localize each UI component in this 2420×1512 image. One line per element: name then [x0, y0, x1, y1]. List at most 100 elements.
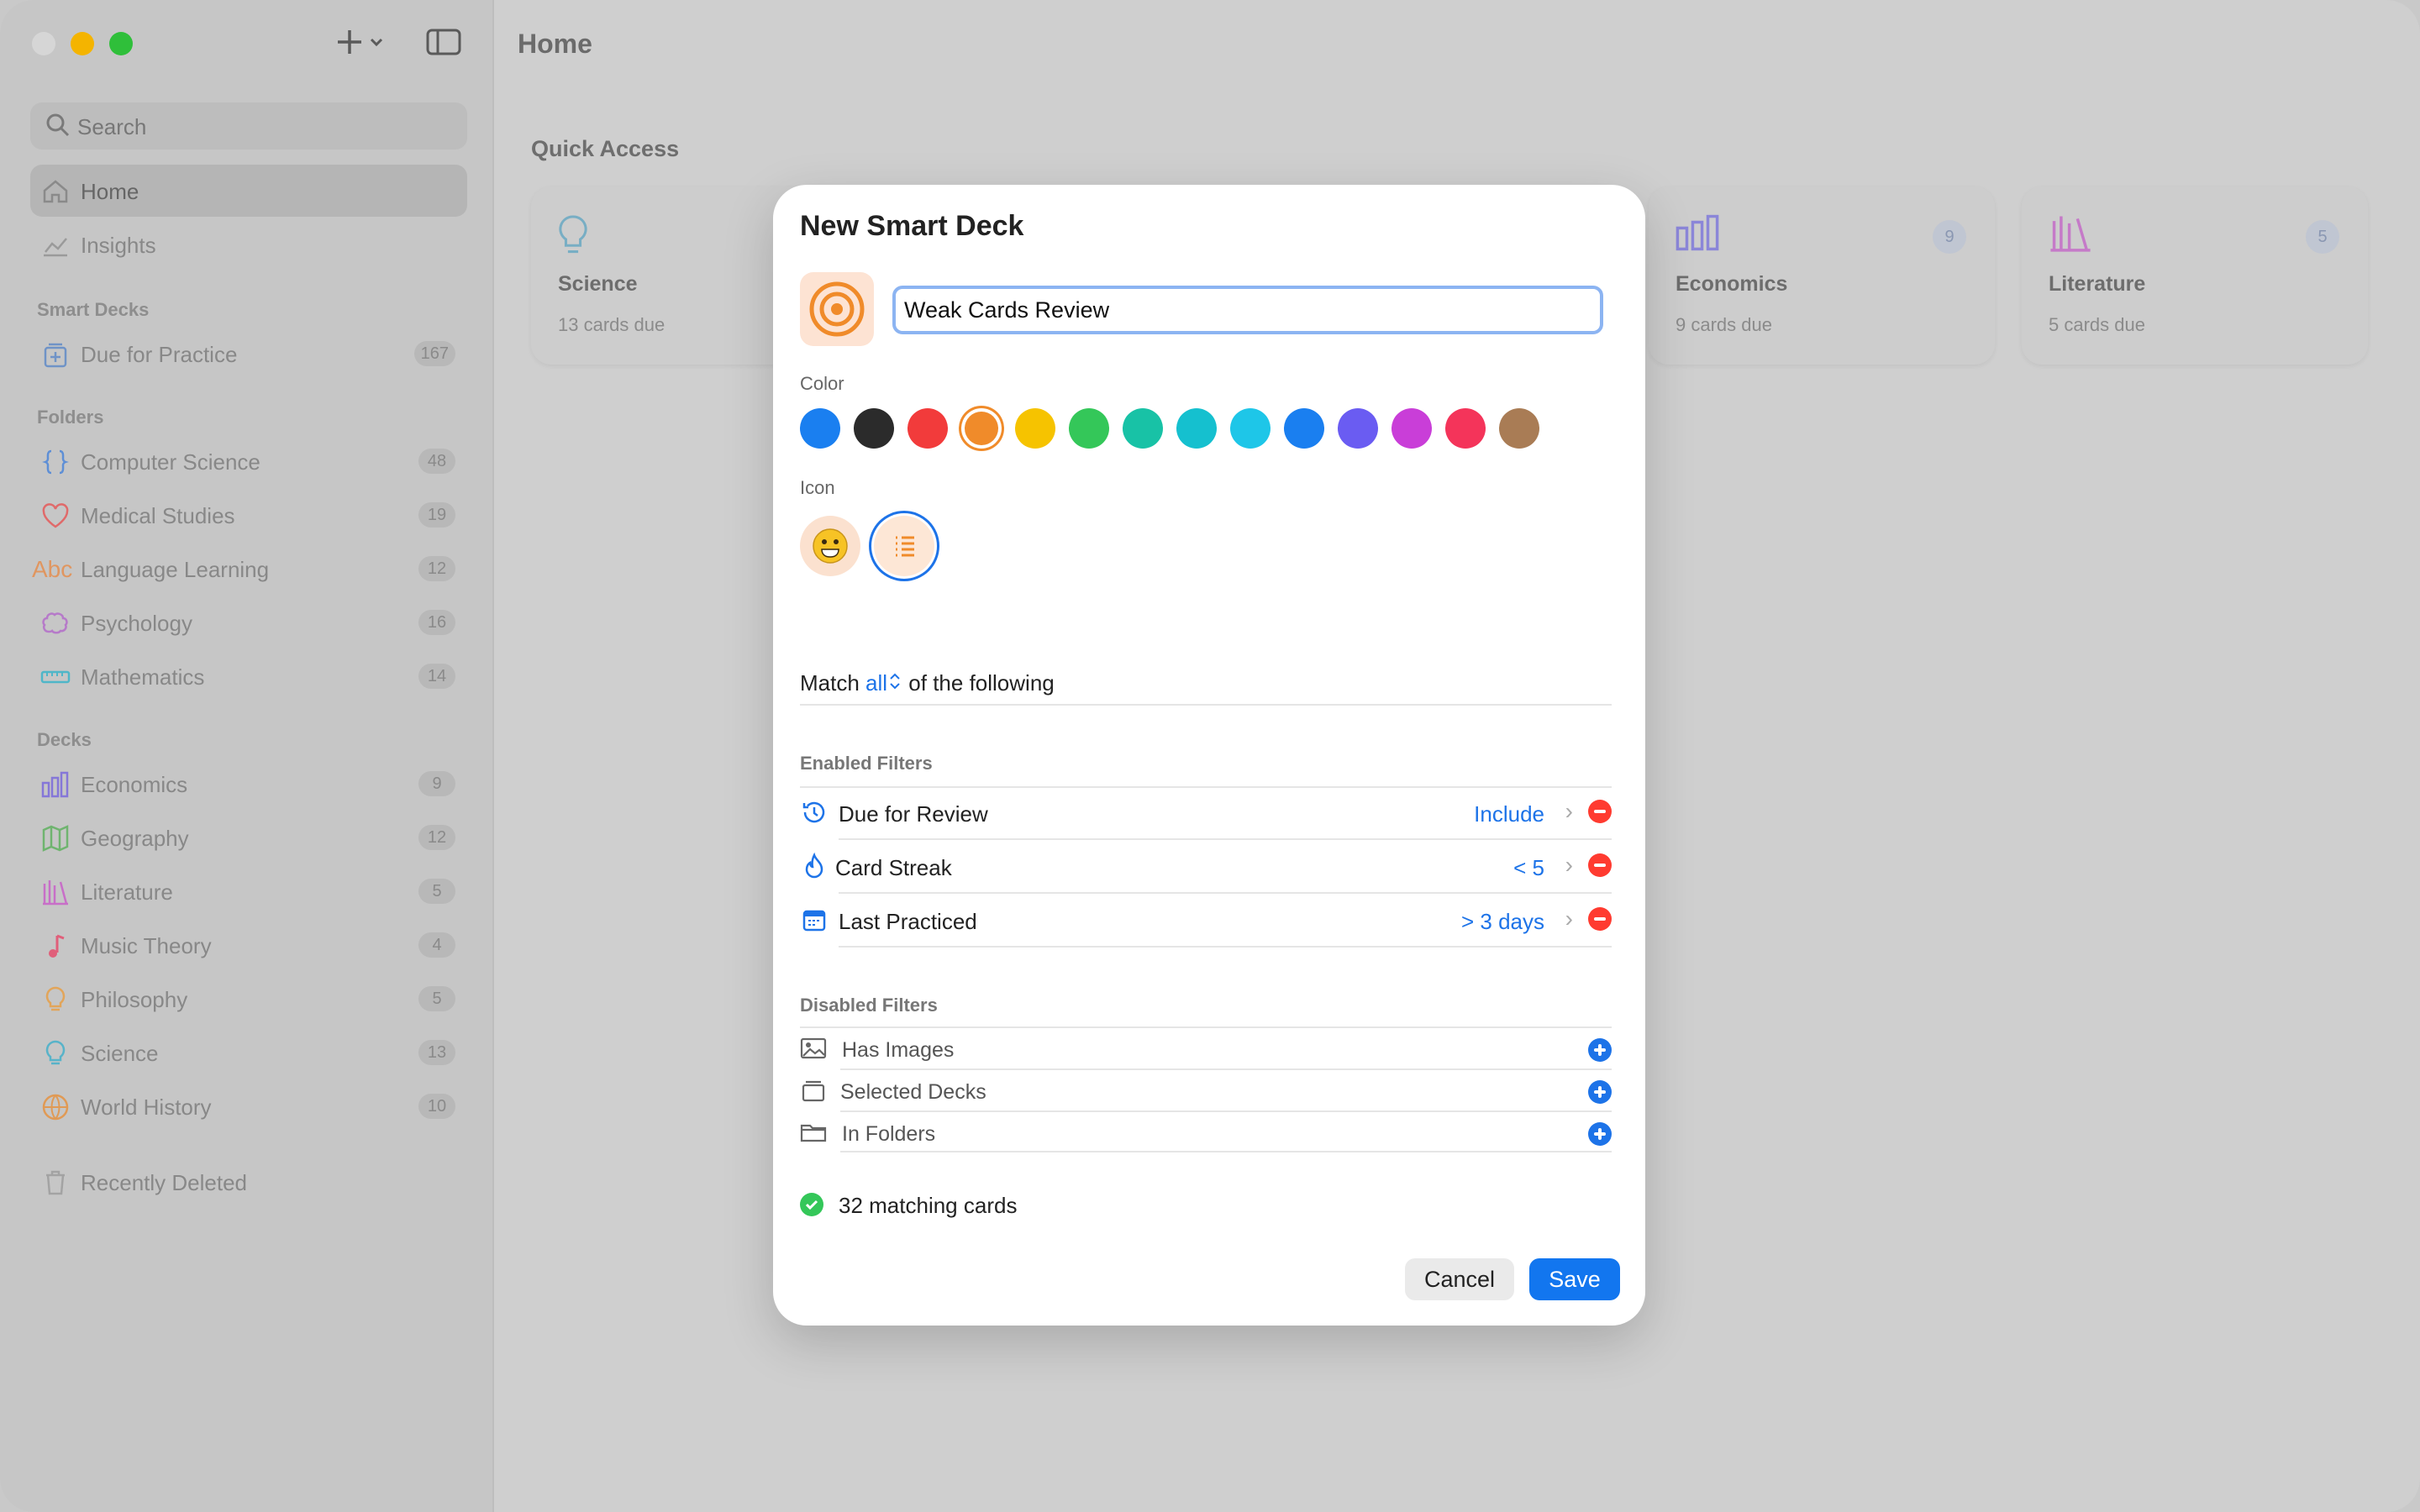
sidebar-item-economics[interactable]: Economics 9: [30, 758, 467, 810]
item-count-badge: 12: [418, 825, 455, 850]
sidebar-item-computer-science[interactable]: Computer Science 48: [30, 435, 467, 487]
filter-name: Card Streak: [835, 855, 952, 880]
color-swatch[interactable]: [800, 408, 840, 449]
updown-chevron-icon: [890, 673, 900, 690]
checkmark-icon: [800, 1193, 823, 1216]
sidebar: Search Home Insights Smart Decks Due for…: [0, 0, 494, 1512]
color-swatch[interactable]: [1445, 408, 1486, 449]
item-count-badge: 13: [418, 1040, 455, 1065]
filter-value[interactable]: < 5: [1513, 855, 1544, 881]
globe-icon: [42, 1094, 69, 1121]
item-count-badge: 9: [418, 771, 455, 796]
sidebar-item-label: Science: [81, 1041, 159, 1066]
sidebar-item-insights[interactable]: Insights: [30, 218, 467, 270]
color-swatch[interactable]: [1392, 408, 1432, 449]
sidebar-item-label: Home: [81, 179, 139, 204]
match-suffix: of the following: [908, 670, 1055, 696]
sidebar-item-science[interactable]: Science 13: [30, 1026, 467, 1079]
stack-plus-icon: [44, 343, 67, 368]
quick-access-card-economics[interactable]: 9 Economics 9 cards due: [1649, 186, 1995, 365]
sidebar-item-language-learning[interactable]: Abc Language Learning 12: [30, 543, 467, 595]
decks-heading: Decks: [37, 729, 92, 750]
sidebar-item-home[interactable]: Home: [30, 165, 467, 217]
filter-row-due-for-review[interactable]: Due for Review Include ›: [800, 788, 1612, 838]
due-count-badge: 9: [1933, 220, 1966, 254]
divider: [840, 1151, 1612, 1152]
sidebar-item-recently-deleted[interactable]: Recently Deleted: [30, 1156, 467, 1208]
add-filter-button[interactable]: [1588, 1080, 1612, 1104]
sidebar-item-philosophy[interactable]: Philosophy 5: [30, 973, 467, 1025]
app-window: Search Home Insights Smart Decks Due for…: [0, 0, 2420, 1512]
deck-icon-preview[interactable]: [800, 272, 874, 346]
item-count-badge: 48: [418, 449, 455, 474]
sidebar-item-music-theory[interactable]: Music Theory 4: [30, 919, 467, 971]
cancel-button[interactable]: Cancel: [1405, 1258, 1514, 1300]
item-count-badge: 12: [418, 556, 455, 581]
deck-name-input[interactable]: [892, 286, 1603, 334]
deck-icon: [802, 1080, 825, 1102]
color-swatch[interactable]: [908, 408, 948, 449]
color-swatch[interactable]: [1176, 408, 1217, 449]
divider: [839, 892, 1612, 894]
quick-access-card-literature[interactable]: 5 Literature 5 cards due: [2022, 186, 2368, 365]
filter-row-has-images[interactable]: Has Images: [800, 1028, 1612, 1068]
smart-decks-heading: Smart Decks: [37, 299, 150, 320]
color-label: Color: [800, 373, 844, 394]
color-swatch[interactable]: [854, 408, 894, 449]
color-swatch[interactable]: [1069, 408, 1109, 449]
item-count-badge: 167: [413, 341, 455, 366]
filter-value[interactable]: > 3 days: [1461, 909, 1544, 935]
matching-cards-count: 32 matching cards: [839, 1193, 1018, 1218]
filter-row-in-folders[interactable]: In Folders: [800, 1112, 1612, 1152]
sidebar-item-label: Due for Practice: [81, 342, 238, 367]
color-swatch[interactable]: [1284, 408, 1324, 449]
emoji-icon-choice[interactable]: [800, 516, 860, 576]
remove-filter-button[interactable]: [1588, 800, 1612, 823]
sidebar-item-world-history[interactable]: World History 10: [30, 1080, 467, 1132]
color-swatch[interactable]: [965, 412, 998, 445]
icon-label: Icon: [800, 477, 835, 498]
remove-filter-button[interactable]: [1588, 907, 1612, 931]
brain-icon: [42, 612, 68, 634]
list-icon-choice[interactable]: [874, 516, 934, 576]
color-swatch[interactable]: [1123, 408, 1163, 449]
add-filter-button[interactable]: [1588, 1122, 1612, 1146]
zoom-window-button[interactable]: [109, 32, 133, 55]
target-icon: [809, 281, 865, 337]
sidebar-item-literature[interactable]: Literature 5: [30, 865, 467, 917]
match-mode-select[interactable]: all: [865, 670, 887, 696]
filter-row-selected-decks[interactable]: Selected Decks: [800, 1070, 1612, 1110]
add-filter-button[interactable]: [1588, 1038, 1612, 1062]
minimize-window-button[interactable]: [71, 32, 94, 55]
sidebar-item-mathematics[interactable]: Mathematics 14: [30, 650, 467, 702]
search-field[interactable]: Search: [30, 102, 467, 150]
color-swatch[interactable]: [1338, 408, 1378, 449]
color-swatch[interactable]: [1230, 408, 1270, 449]
filter-value[interactable]: Include: [1474, 801, 1544, 827]
grinning-face-icon: [813, 528, 848, 564]
remove-filter-button[interactable]: [1588, 853, 1612, 877]
sidebar-item-label: Medical Studies: [81, 503, 235, 528]
sidebar-item-psychology[interactable]: Psychology 16: [30, 596, 467, 648]
sidebar-item-geography[interactable]: Geography 12: [30, 811, 467, 864]
braces-icon: [42, 449, 69, 475]
add-menu-button[interactable]: [338, 25, 388, 66]
color-swatch[interactable]: [1499, 408, 1539, 449]
list-icon: [896, 536, 914, 557]
sidebar-item-label: Language Learning: [81, 557, 270, 582]
toggle-sidebar-button[interactable]: [425, 25, 462, 66]
close-window-button[interactable]: [32, 32, 55, 55]
search-placeholder: Search: [77, 114, 147, 139]
divider: [839, 838, 1612, 840]
filter-row-last-practiced[interactable]: Last Practiced > 3 days ›: [800, 895, 1612, 946]
sidebar-item-label: Philosophy: [81, 987, 188, 1012]
filter-row-card-streak[interactable]: Card Streak < 5 ›: [800, 842, 1612, 892]
sidebar-item-due-for-practice[interactable]: Due for Practice 167: [30, 328, 467, 380]
due-count-badge: 5: [2306, 220, 2339, 254]
save-button[interactable]: Save: [1529, 1258, 1620, 1300]
item-count-badge: 19: [418, 502, 455, 528]
card-name: Literature: [2049, 272, 2146, 296]
color-swatch[interactable]: [1015, 408, 1055, 449]
heart-icon: [42, 503, 69, 528]
sidebar-item-medical-studies[interactable]: Medical Studies 19: [30, 489, 467, 541]
